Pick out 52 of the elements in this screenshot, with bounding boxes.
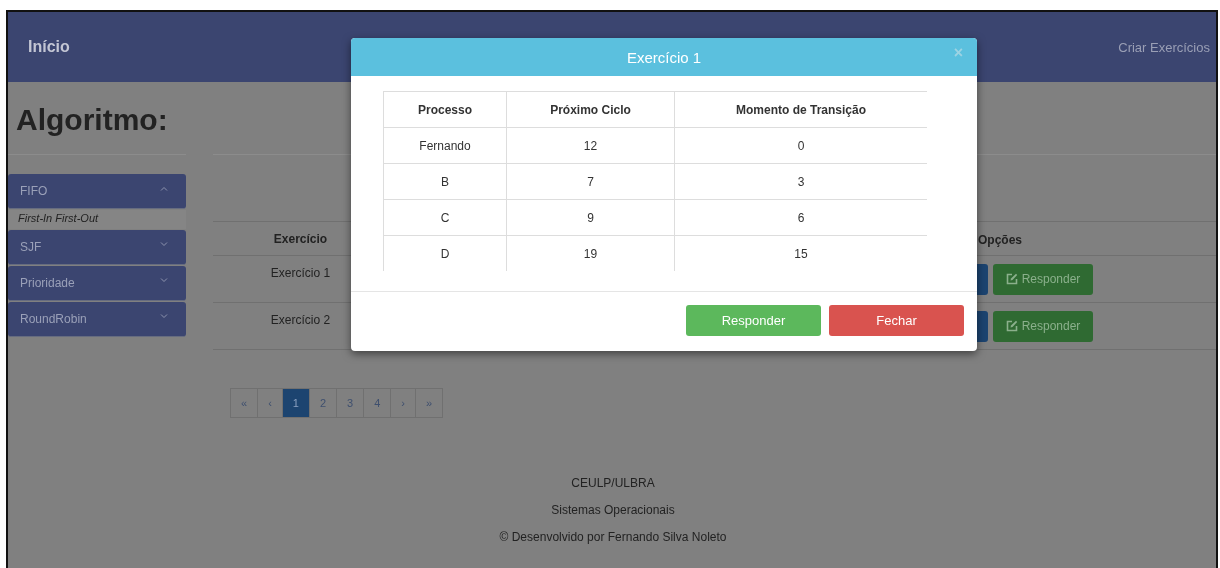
table-cell: B xyxy=(383,163,507,200)
page-link[interactable]: » xyxy=(414,388,444,418)
footer-text: © Desenvolvido por Fernando Silva Noleto xyxy=(498,530,728,546)
table-cell: 6 xyxy=(674,199,927,236)
table-header: Exercício xyxy=(272,231,329,246)
accordion-label: SJF xyxy=(20,240,42,254)
modal-title: Exercício 1 xyxy=(626,48,702,66)
accordion-header[interactable]: Prioridade xyxy=(8,266,186,301)
table-cell: 3 xyxy=(674,163,927,200)
caret-icon xyxy=(160,277,168,283)
table-header: Próximo Ciclo xyxy=(506,91,675,128)
footer-text: CEULP/ULBRA xyxy=(570,476,656,492)
table-cell: 7 xyxy=(506,163,675,200)
page-link[interactable]: « xyxy=(230,388,259,418)
accordion-header[interactable]: RoundRobin xyxy=(8,302,186,337)
table-cell-text: Exercício 2 xyxy=(269,312,332,329)
table-cell: Fernando xyxy=(383,127,507,164)
table-header: Opções xyxy=(978,232,1022,247)
footer-text: Sistemas Operacionais xyxy=(550,503,676,519)
caret-icon xyxy=(160,313,168,319)
edit-icon xyxy=(1005,273,1018,285)
page-link[interactable]: 3 xyxy=(336,388,365,418)
caret-icon xyxy=(160,185,168,191)
page-link[interactable]: 4 xyxy=(363,388,392,418)
table-cell: 15 xyxy=(674,235,927,271)
accordion-header[interactable]: FIFO xyxy=(8,174,186,209)
page-link[interactable]: 2 xyxy=(308,388,338,418)
table-header: Momento de Transição xyxy=(674,91,927,128)
table-cell: C xyxy=(383,199,507,236)
page-link[interactable]: 1 xyxy=(281,388,310,418)
accordion-label: RoundRobin xyxy=(20,312,87,326)
answer-button[interactable]: Responder xyxy=(993,310,1093,342)
accordion-header[interactable]: SJF xyxy=(8,230,186,265)
accordion-label: FIFO xyxy=(20,184,48,198)
answer-button[interactable]: Responder xyxy=(993,263,1093,295)
page-link[interactable]: › xyxy=(390,388,416,418)
caret-icon xyxy=(160,241,168,247)
close-button[interactable]: Fechar xyxy=(829,305,964,336)
table-header: Processo xyxy=(383,91,507,128)
answer-button[interactable]: Responder xyxy=(686,305,821,336)
table-cell: D xyxy=(383,235,507,271)
create-exercises-link[interactable]: Criar Exercícios xyxy=(1118,40,1210,55)
table-cell: 0 xyxy=(674,127,927,164)
edit-icon xyxy=(1005,320,1018,332)
accordion-label: Prioridade xyxy=(20,276,75,290)
table-cell: 9 xyxy=(506,199,675,236)
accordion-description: First-In First-Out xyxy=(8,210,186,229)
home-link[interactable]: Início xyxy=(28,38,70,56)
page-heading: Algoritmo: xyxy=(16,102,168,138)
table-cell: 19 xyxy=(506,235,675,271)
table-cell: 12 xyxy=(506,127,675,164)
table-cell-text: Exercício 1 xyxy=(269,265,332,282)
